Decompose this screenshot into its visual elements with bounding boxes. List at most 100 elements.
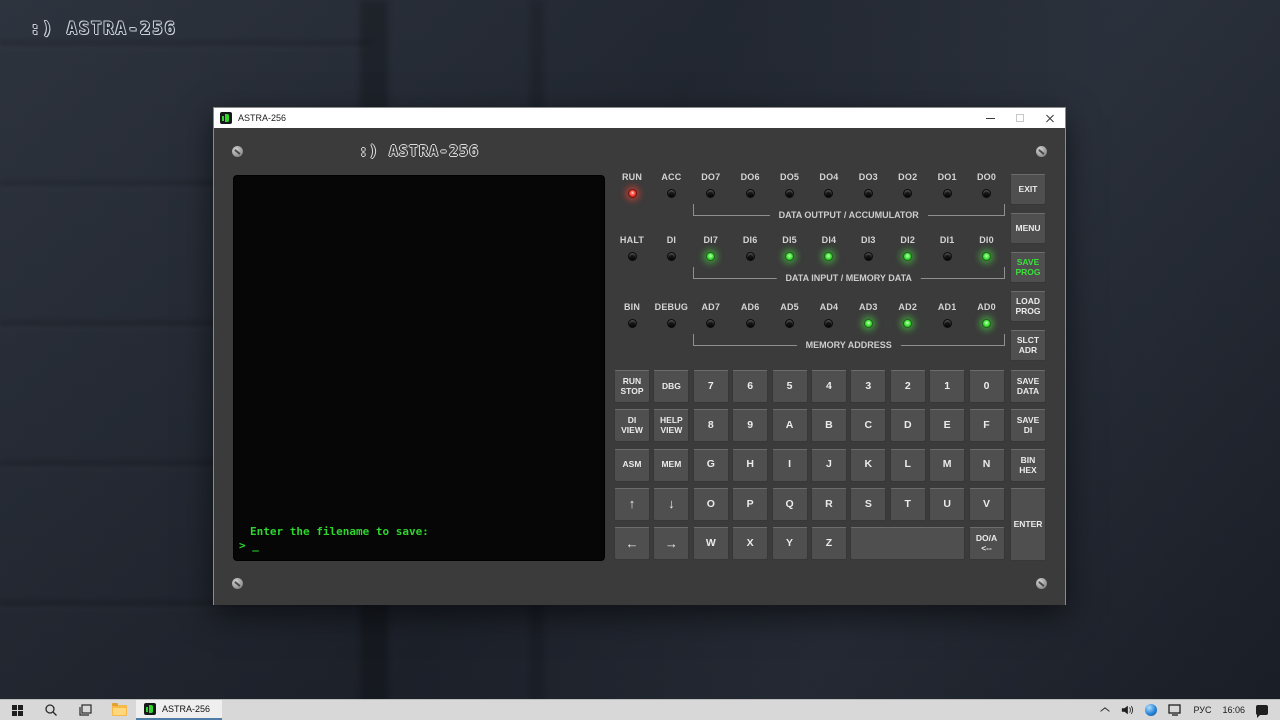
key-n[interactable]: N [969,449,1005,482]
button-load-prog[interactable]: LOAD PROG [1010,291,1046,322]
key-0[interactable]: 0 [969,370,1005,403]
key-2[interactable]: 2 [890,370,926,403]
led-di1 [943,252,952,261]
task-view-button[interactable] [68,700,102,720]
key-asm[interactable]: ASM [614,449,650,482]
key-q[interactable]: Q [772,488,808,521]
led-label-do6: DO6 [732,172,768,182]
network-icon[interactable] [1168,704,1182,716]
key-dbg[interactable]: DBG [653,370,689,403]
key-w[interactable]: W [693,527,729,560]
led-label-ad1: AD1 [929,302,965,312]
led-ad4 [824,319,833,328]
key-mem[interactable]: MEM [653,449,689,482]
led-ad1 [943,319,952,328]
task-view-icon [78,703,92,717]
led-label-do0: DO0 [969,172,1005,182]
button-menu[interactable]: MENU [1010,213,1046,244]
key-y[interactable]: Y [772,527,808,560]
key-v[interactable]: V [969,488,1005,521]
key-6[interactable]: 6 [732,370,768,403]
action-center-icon[interactable] [1256,705,1268,715]
key-l[interactable]: L [890,449,926,482]
key-p[interactable]: P [732,488,768,521]
group-label: DATA OUTPUT / ACCUMULATOR [770,210,928,220]
windows-logo-icon [12,705,23,716]
key-i[interactable]: I [772,449,808,482]
key-k[interactable]: K [850,449,886,482]
led-label-di0: DI0 [969,235,1005,245]
clock[interactable]: 16:06 [1222,705,1245,715]
button-enter[interactable]: ENTER [1010,488,1046,561]
led-section: HALTDIDI7DI6DI5DI4DI3DI2DI1DI0DATA INPUT… [614,235,1005,261]
key-8[interactable]: 8 [693,409,729,442]
key-7[interactable]: 7 [693,370,729,403]
key-x[interactable]: X [732,527,768,560]
key-u[interactable]: U [929,488,965,521]
app-icon [220,112,232,124]
key-a[interactable]: A [772,409,808,442]
language-indicator[interactable]: РУС [1193,705,1211,715]
key-help-view[interactable]: HELP VIEW [653,409,689,442]
key-e[interactable]: E [929,409,965,442]
terminal-screen[interactable]: Enter the filename to save: > _ [233,175,605,561]
key-h[interactable]: H [732,449,768,482]
button-save-di[interactable]: SAVE DI [1010,409,1046,442]
key-t[interactable]: T [890,488,926,521]
key-arrow-up[interactable]: ↑ [614,488,650,521]
search-button[interactable] [34,700,68,720]
file-explorer-button[interactable] [102,700,136,720]
led-label-debug: DEBUG [653,302,689,312]
key-j[interactable]: J [811,449,847,482]
minimize-icon[interactable] [975,108,1005,128]
led-label-ad6: AD6 [732,302,768,312]
key-c[interactable]: C [850,409,886,442]
key-5[interactable]: 5 [772,370,808,403]
tray-app-icon[interactable] [1145,704,1157,716]
window-title: ASTRA-256 [238,113,975,123]
led-ad0 [982,319,991,328]
window-titlebar[interactable]: ASTRA-256 [214,108,1065,128]
button-bin-hex[interactable]: BIN HEX [1010,449,1046,482]
key-run-stop[interactable]: RUN STOP [614,370,650,403]
led-halt [628,252,637,261]
key-space[interactable] [850,527,965,560]
key-s[interactable]: S [850,488,886,521]
key-di-view[interactable]: DI VIEW [614,409,650,442]
key-4[interactable]: 4 [811,370,847,403]
key-do-a[interactable]: DO/A <-- [969,527,1005,560]
start-button[interactable] [0,700,34,720]
taskbar-app-astra-256[interactable]: ASTRA-256 [136,700,222,720]
key-z[interactable]: Z [811,527,847,560]
group-bracket: DATA OUTPUT / ACCUMULATOR [693,204,1005,216]
led-label-bin: BIN [614,302,650,312]
key-g[interactable]: G [693,449,729,482]
key-o[interactable]: O [693,488,729,521]
key-b[interactable]: B [811,409,847,442]
folder-icon [112,705,127,716]
key-arrow-right[interactable]: → [653,527,689,560]
key-1[interactable]: 1 [929,370,965,403]
close-icon[interactable] [1035,108,1065,128]
key-9[interactable]: 9 [732,409,768,442]
maximize-icon[interactable] [1005,108,1035,128]
key-d[interactable]: D [890,409,926,442]
key-f[interactable]: F [969,409,1005,442]
button-save-prog[interactable]: SAVE PROG [1010,252,1046,283]
key-arrow-left[interactable]: ← [614,527,650,560]
key-3[interactable]: 3 [850,370,886,403]
button-save-data[interactable]: SAVE DATA [1010,370,1046,403]
key-r[interactable]: R [811,488,847,521]
led-label-di1: DI1 [929,235,965,245]
key-arrow-down[interactable]: ↓ [653,488,689,521]
button-slct-adr[interactable]: SLCT ADR [1010,330,1046,361]
speaker-icon[interactable] [1120,704,1134,716]
led-ad2 [903,319,912,328]
button-exit[interactable]: EXIT [1010,174,1046,205]
key-m[interactable]: M [929,449,965,482]
tray-expand-icon[interactable] [1101,706,1109,714]
led-di7 [706,252,715,261]
led-label-di: DI [653,235,689,245]
screw-icon [1036,146,1047,157]
led-label-do5: DO5 [772,172,808,182]
